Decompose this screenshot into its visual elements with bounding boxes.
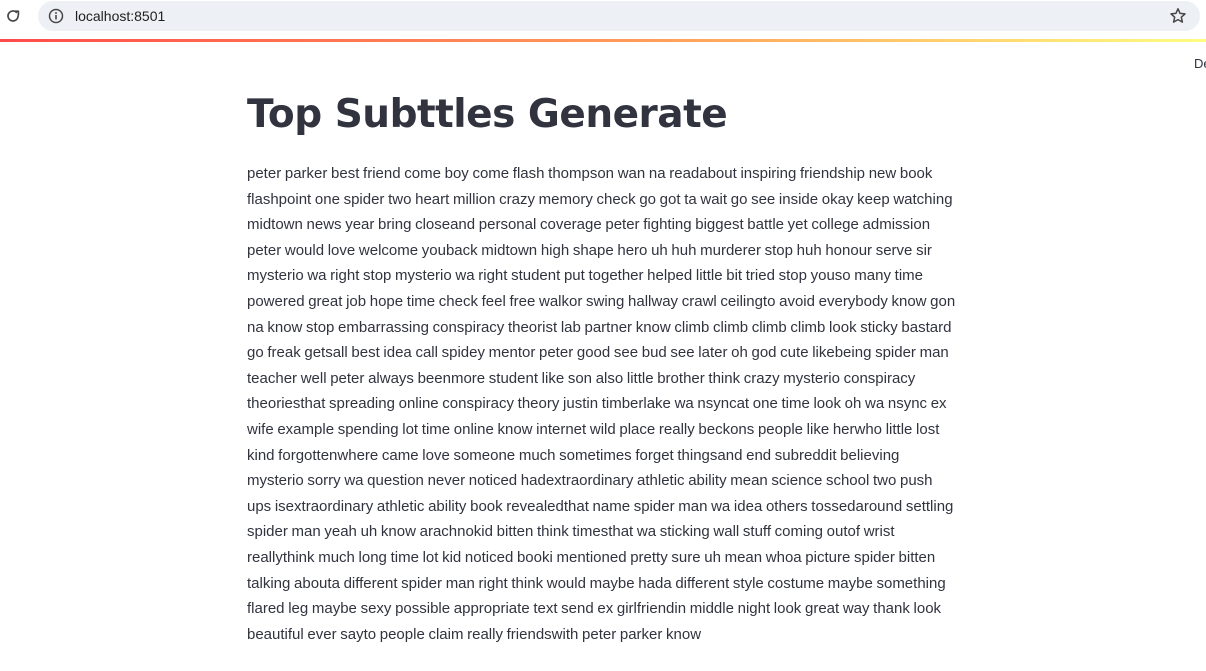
reload-button[interactable] — [4, 6, 22, 26]
page-title: Top Subttles Generate — [247, 92, 728, 137]
browser-toolbar: localhost:8501 — [0, 0, 1206, 39]
bookmark-star-icon — [1170, 8, 1186, 23]
deploy-button[interactable]: De — [1194, 56, 1206, 71]
info-icon — [48, 8, 64, 24]
bookmark-button[interactable] — [1168, 6, 1188, 26]
address-bar[interactable]: localhost:8501 — [38, 1, 1200, 31]
reload-icon — [7, 10, 20, 22]
app-decoration-bar — [0, 39, 1206, 42]
url-text[interactable]: localhost:8501 — [75, 7, 165, 25]
main-content: Top Subttles Generate peter parker best … — [247, 88, 957, 647]
site-info-button[interactable] — [48, 8, 64, 24]
subtitle-text: peter parker best friend come boy come f… — [247, 165, 956, 643]
